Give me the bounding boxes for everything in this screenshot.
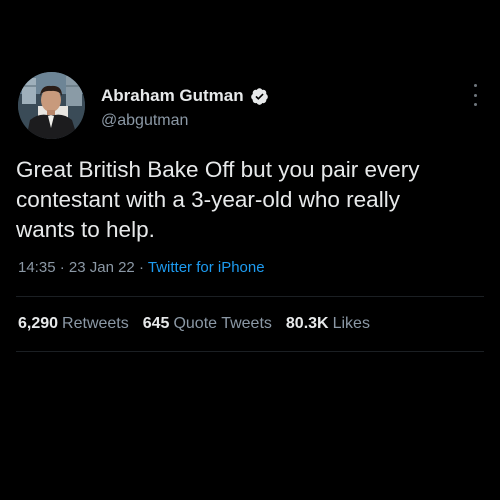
likes-count: 80.3K — [285, 315, 329, 332]
meta-separator: · — [59, 259, 69, 276]
tweet-text-line: Great British Bake Off but you pair ever… — [16, 157, 420, 182]
quote-tweets-label: Quote Tweets — [173, 315, 272, 332]
likes-stat[interactable]: 80.3K Likes — [286, 315, 370, 333]
quote-tweets-stat[interactable]: 645 Quote Tweets — [143, 315, 272, 333]
verified-badge-icon — [250, 87, 269, 106]
tweet-text-line: wants to help. — [16, 217, 155, 242]
retweets-label: Retweets — [62, 315, 129, 332]
author-display-name[interactable]: Abraham Gutman — [101, 86, 244, 106]
tweet-metadata: 14:35 · 23 Jan 22 · Twitter for iPhone — [18, 259, 265, 276]
divider — [16, 351, 484, 352]
author-handle[interactable]: @abgutman — [101, 112, 188, 130]
tweet-time[interactable]: 14:35 — [18, 259, 56, 276]
tweet-text: Great British Bake Off but you pair ever… — [16, 155, 484, 245]
divider — [16, 296, 484, 297]
retweets-stat[interactable]: 6,290 Retweets — [18, 315, 129, 333]
tweet-source-link[interactable]: Twitter for iPhone — [148, 259, 265, 276]
avatar[interactable] — [18, 72, 85, 139]
engagement-stats: 6,290 Retweets 645 Quote Tweets 80.3K Likes — [18, 315, 370, 333]
retweets-count: 6,290 — [18, 315, 59, 332]
tweet-card: Abraham Gutman @abgutman Great British B… — [0, 0, 500, 500]
quote-tweets-count: 645 — [142, 315, 170, 332]
likes-label: Likes — [332, 315, 370, 332]
avatar-image — [18, 72, 85, 139]
tweet-date[interactable]: 23 Jan 22 — [69, 259, 135, 276]
author-name-row: Abraham Gutman — [101, 86, 269, 106]
meta-separator: · — [138, 259, 148, 276]
tweet-text-line: contestant with a 3-year-old who really — [16, 187, 400, 212]
more-options-icon[interactable] — [468, 84, 482, 106]
